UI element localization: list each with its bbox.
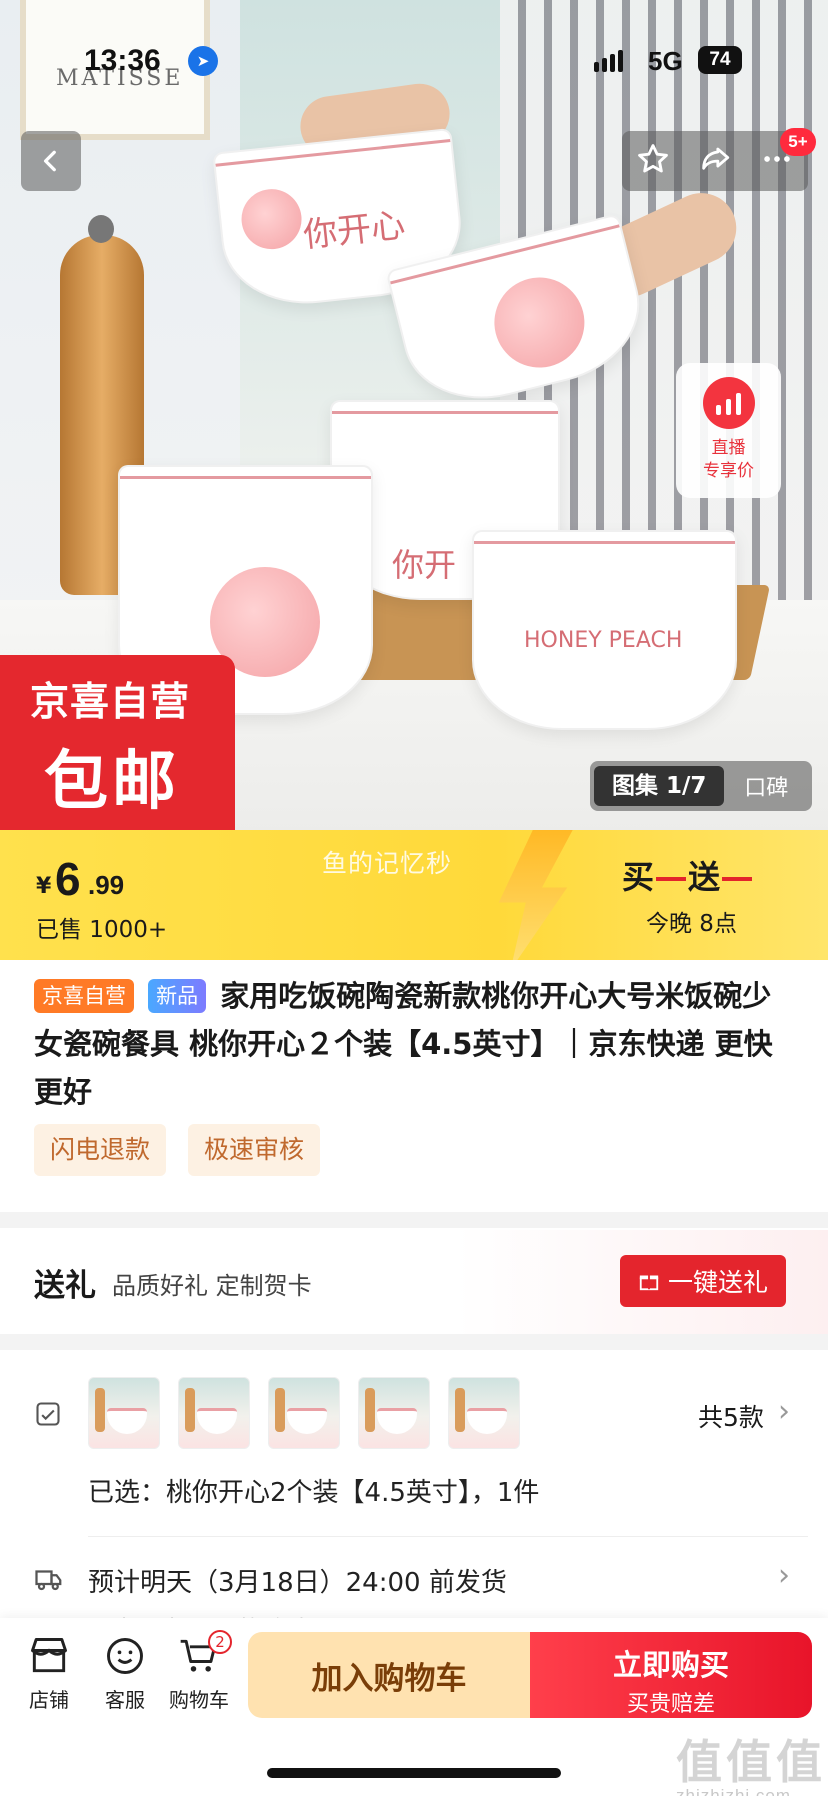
live-label: 直播 (711, 438, 746, 458)
gift-subtitle: 品质好礼 定制贺卡 (112, 1272, 312, 1300)
back-button[interactable] (21, 131, 81, 191)
divider (88, 1536, 808, 1537)
product-title-text: 家用吃饭碗陶瓷新款桃你开心大号米饭碗少女瓷碗餐具 桃你开心２个装【4.5英寸】｜… (34, 979, 773, 1109)
signal-icon (594, 50, 623, 72)
chip-fast-review[interactable]: 极速审核 (188, 1124, 321, 1176)
site-watermark-logo: 值值值 (676, 1736, 826, 1788)
spec-thumbnail[interactable] (448, 1377, 520, 1449)
bowl-text: 你开心 (301, 205, 407, 256)
shipping-estimate[interactable]: 预计明天（3月18日）24:00 前发货 (88, 1562, 507, 1599)
bogo-buy: 买 (622, 858, 655, 896)
home-indicator (267, 1768, 561, 1778)
store-button[interactable]: 店铺 (14, 1634, 84, 1713)
tab-gallery[interactable]: 图集 1/7 (594, 766, 725, 806)
gift-button[interactable]: 一键送礼 (620, 1255, 786, 1307)
price-banner: ¥ 6 .99 已售 1000+ 鱼的记忆秒 买送 今晚 8点 (0, 830, 828, 960)
spec-thumbnail[interactable] (88, 1377, 160, 1449)
bowl-text: HONEY PEACH (524, 628, 683, 653)
delivery-truck-icon (35, 1570, 62, 1591)
site-watermark: 值值值 zhizhizhi.com (676, 1726, 826, 1796)
live-price-button[interactable]: 直播 专享价 (676, 363, 781, 498)
promo-line1: 京喜自营 (30, 680, 191, 725)
service-label: 客服 (105, 1688, 145, 1712)
bogo-title: 买送 (622, 852, 754, 898)
customer-service-icon (107, 1638, 143, 1674)
chip-flash-refund[interactable]: 闪电退款 (34, 1124, 167, 1176)
location-arrow-icon: ➤ (188, 46, 218, 76)
lightning-icon (498, 830, 578, 960)
live-sublabel: 专享价 (703, 461, 754, 481)
buy-now-button[interactable]: 立即购买 买贵赔差 (530, 1632, 812, 1718)
product-title: 京喜自营 新品 家用吃饭碗陶瓷新款桃你开心大号米饭碗少女瓷碗餐具 桃你开心２个装… (34, 972, 794, 1116)
gift-title: 送礼 (34, 1268, 96, 1304)
star-icon (638, 144, 668, 173)
gift-button-label: 一键送礼 (667, 1268, 768, 1297)
price-integer: 6 (55, 853, 81, 905)
self-operated-tag: 京喜自营 (34, 979, 134, 1013)
gallery-tabs: 图集 1/7 口碑 (590, 761, 812, 811)
new-tag: 新品 (148, 979, 207, 1013)
price-currency: ¥ (36, 874, 52, 899)
tab-reviews[interactable]: 口碑 (724, 770, 808, 802)
favorite-button[interactable] (636, 142, 670, 180)
add-to-cart-button[interactable]: 加入购物车 (248, 1632, 530, 1718)
chevron-right-icon[interactable]: › (778, 1394, 790, 1429)
battery-icon: 74 (698, 46, 742, 74)
bowl: HONEY PEACH (472, 530, 737, 730)
cart-label: 购物车 (169, 1688, 229, 1712)
promo-line2: 包邮 (44, 745, 180, 819)
bogo-time: 今晚 8点 (646, 911, 737, 937)
user-watermark: 鱼的记忆秒 (322, 849, 453, 878)
buy-now-label: 立即购买 (612, 1648, 729, 1682)
gift-icon (639, 1275, 659, 1291)
spec-count[interactable]: 共5款 (698, 1398, 764, 1434)
sold-count: 已售 1000+ (36, 917, 168, 943)
cart-button[interactable]: 购物车 2 (164, 1630, 234, 1713)
buy-now-note: 买贵赔差 (626, 1692, 715, 1717)
network-type: 5G (648, 46, 683, 76)
share-icon (702, 147, 730, 170)
chevron-left-icon (43, 150, 56, 172)
cart-count-badge: 2 (208, 1630, 232, 1654)
section-divider (0, 1212, 828, 1228)
store-icon (31, 1638, 67, 1673)
gift-section: 送礼 品质好礼 定制贺卡 一键送礼 (0, 1230, 828, 1334)
price-decimal: .99 (88, 870, 125, 900)
bottom-action-bar: 店铺 客服 购物车 2 加入购物车 立即购买 买贵赔差 值值值 zhizhizh… (0, 1618, 828, 1796)
share-button[interactable] (698, 142, 732, 180)
spec-selected[interactable]: 已选：桃你开心2个装【4.5英寸】，1件 (88, 1472, 539, 1509)
bowl-text: 你开 (392, 546, 457, 584)
status-time: 13:36 (84, 44, 161, 77)
live-stream-icon (702, 377, 755, 429)
spec-thumbnails[interactable] (88, 1377, 520, 1449)
section-divider (0, 1334, 828, 1350)
promo-badge: 京喜自营 包邮 (0, 655, 235, 833)
service-chips: 闪电退款 极速审核 (34, 1124, 321, 1176)
chevron-right-icon[interactable]: › (778, 1558, 790, 1593)
spec-box-icon (36, 1402, 60, 1426)
service-button[interactable]: 客服 (90, 1634, 160, 1713)
bogo-get: 送 (688, 858, 721, 896)
spec-thumbnail[interactable] (268, 1377, 340, 1449)
spec-thumbnail[interactable] (358, 1377, 430, 1449)
notification-badge: 5+ (780, 128, 816, 156)
store-label: 店铺 (29, 1688, 69, 1712)
spec-thumbnail[interactable] (178, 1377, 250, 1449)
